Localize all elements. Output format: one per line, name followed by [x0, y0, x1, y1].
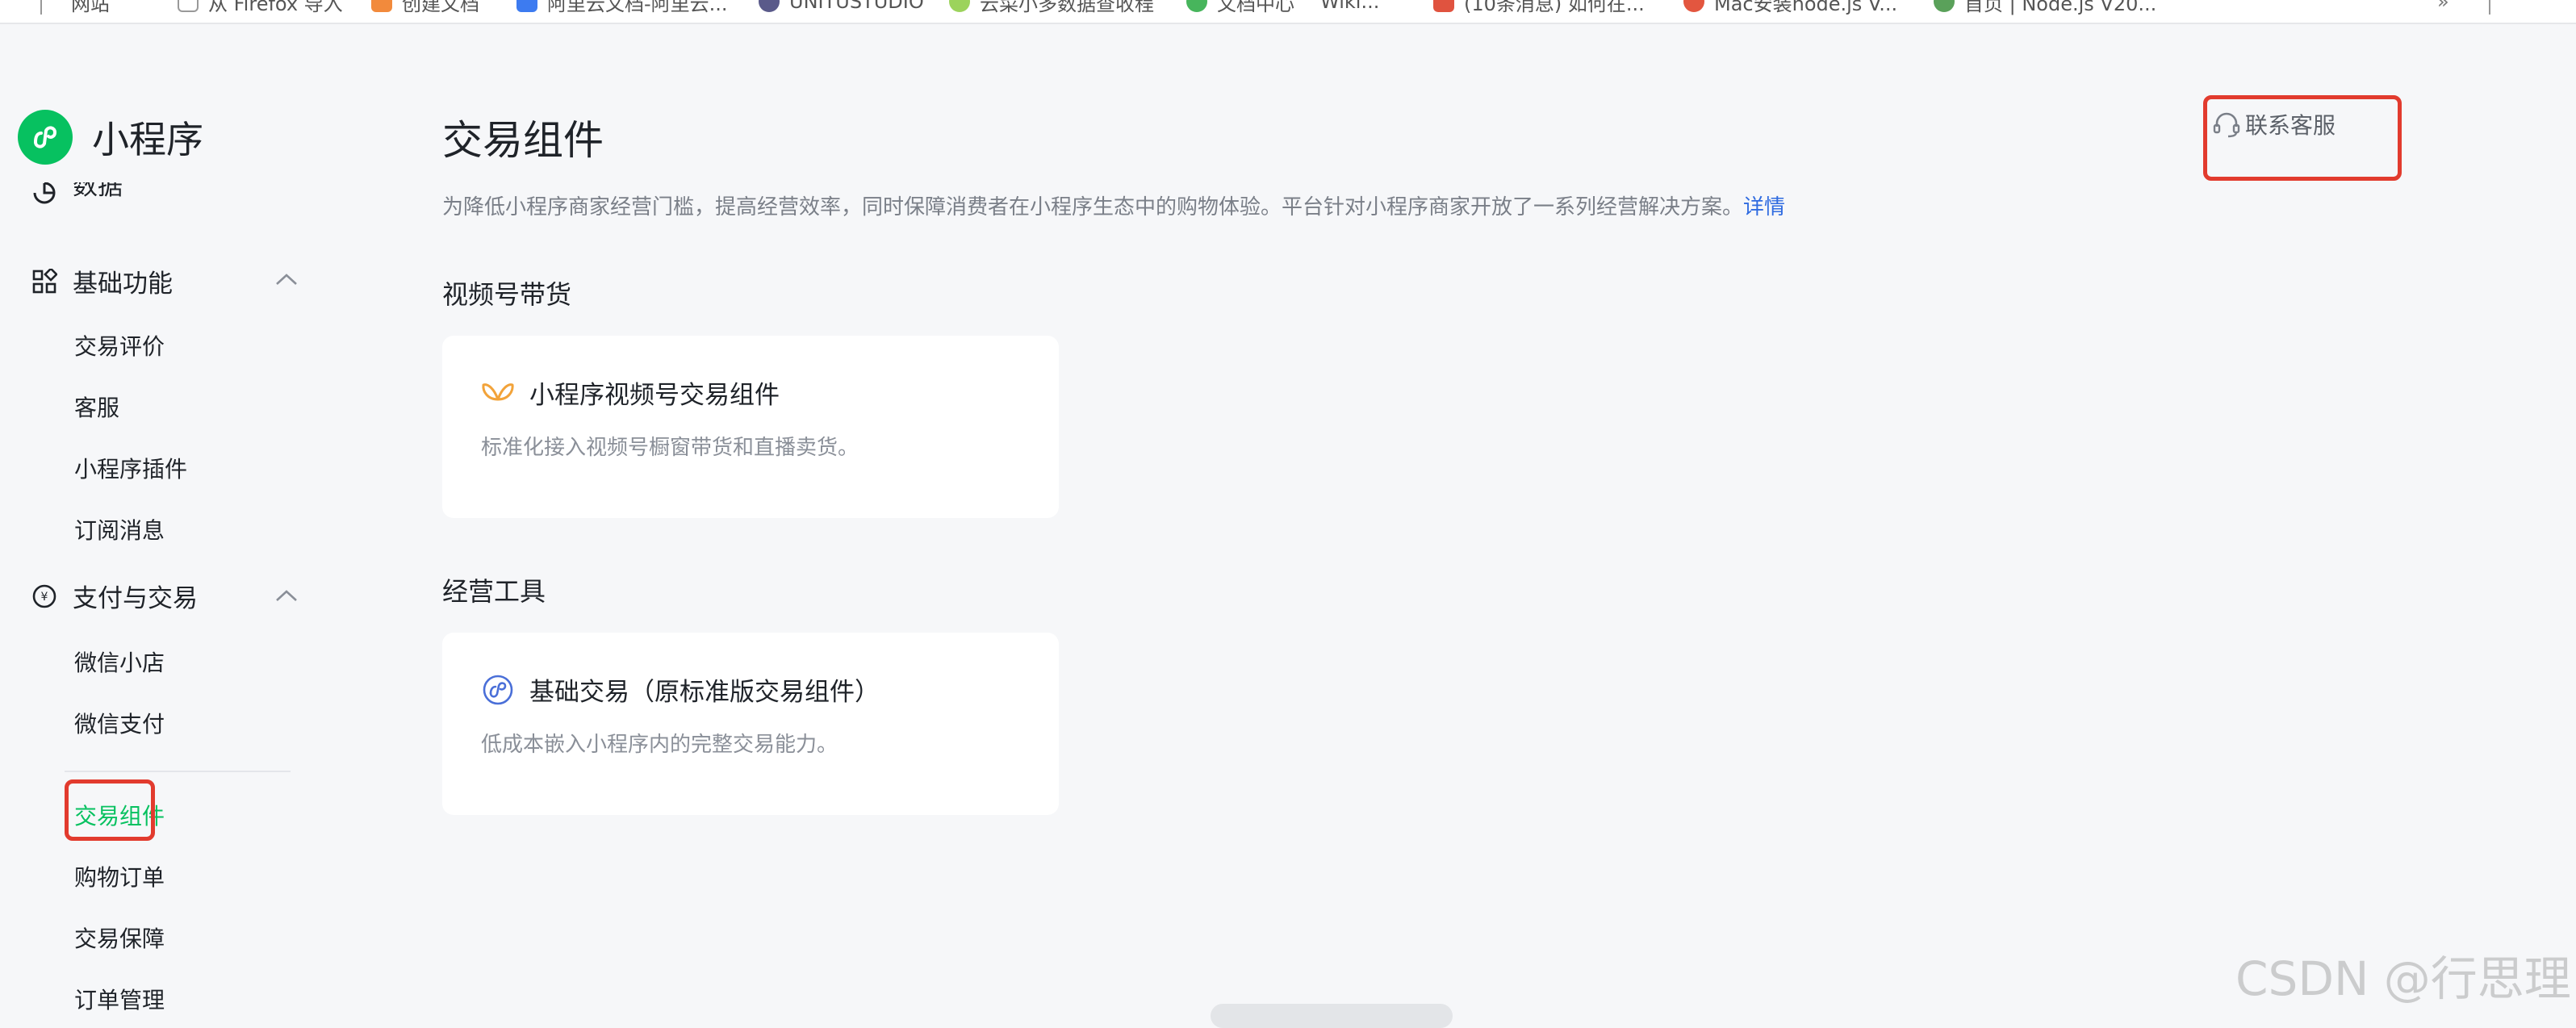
bookmark-item[interactable]: 云菜小多数据查收程 — [949, 0, 1154, 16]
sidebar-item-customer-service[interactable]: 客服 — [74, 391, 119, 423]
bookmark-item[interactable]: 阿里云文档-阿里云... — [516, 0, 728, 16]
chevron-up-icon[interactable] — [274, 587, 299, 604]
bookmark-item[interactable]: Mac安装node.js V... — [1683, 0, 1897, 16]
bookmark-item[interactable]: 创建文档 — [371, 0, 479, 16]
sidebar-divider — [65, 771, 291, 772]
bookmark-label: 从 Firefox 导入 — [208, 0, 343, 15]
contact-support-button[interactable]: 联系客服 — [2211, 108, 2336, 140]
details-link[interactable]: 详情 — [1743, 195, 1785, 219]
favicon-icon — [371, 0, 392, 12]
bookmark-label: UNITUSTUDIO — [789, 0, 924, 13]
sidebar-item-plugins[interactable]: 小程序插件 — [74, 452, 187, 484]
watermark-text: CSDN @行思理 — [2235, 951, 2571, 1006]
favicon-icon — [1433, 0, 1454, 12]
contact-support-label: 联系客服 — [2245, 112, 2336, 139]
bookmark-separator — [2489, 0, 2490, 15]
page-title: 交易组件 — [442, 117, 604, 164]
sidebar-item-subscribe-messages[interactable]: 订阅消息 — [74, 513, 165, 545]
bookmark-label: 创建文档 — [402, 0, 479, 15]
favicon-icon — [1186, 0, 1207, 12]
bookmark-label: Mac安装node.js V... — [1714, 0, 1898, 15]
bookmark-item[interactable]: 文档中心 — [1186, 0, 1294, 16]
bookmark-label: Wiki... — [1320, 0, 1380, 13]
brand-logo[interactable]: 小程序 — [18, 110, 203, 165]
chevron-up-icon[interactable] — [274, 271, 299, 287]
grid-icon — [31, 268, 58, 295]
sidebar-item-trade-components[interactable]: 交易组件 — [74, 799, 165, 831]
bookmark-item[interactable]: 从 Firefox 导入 — [178, 0, 343, 16]
svg-text:¥: ¥ — [41, 591, 48, 604]
data-icon — [31, 182, 58, 207]
sidebar-item-data[interactable]: 数据 — [31, 182, 123, 207]
sidebar-group-label: 支付与交易 — [73, 584, 198, 613]
card-title: 小程序视频号交易组件 — [529, 381, 780, 410]
bookmark-separator — [40, 0, 42, 15]
bookmark-item[interactable]: Wiki... — [1320, 0, 1379, 16]
folder-icon — [178, 0, 199, 12]
page-description: 为降低小程序商家经营门槛，提高经营效率，同时保障消费者在小程序生态中的购物体验。… — [442, 190, 1785, 220]
bookmark-label: (10条消息) 如何在... — [1464, 0, 1645, 15]
bookmark-label: 阿里云文档-阿里云... — [547, 0, 728, 15]
card-channels-trade-component[interactable]: 小程序视频号交易组件 标准化接入视频号橱窗带货和直播卖货。 — [442, 336, 1059, 518]
card-title: 基础交易（原标准版交易组件） — [529, 678, 880, 707]
sidebar-item-label: 数据 — [73, 182, 123, 201]
sidebar-item-wechat-shop[interactable]: 微信小店 — [74, 646, 165, 678]
bookmark-label: 文档中心 — [1217, 0, 1294, 15]
favicon-icon — [1683, 0, 1704, 12]
card-header: 小程序视频号交易组件 — [481, 374, 780, 411]
sidebar-group-label: 基础功能 — [73, 270, 173, 299]
yen-circle-icon: ¥ — [31, 583, 58, 610]
bookmarks-overflow-icon[interactable]: » — [2437, 0, 2449, 16]
card-description: 标准化接入视频号橱窗带货和直播卖货。 — [481, 436, 859, 460]
scroll-indicator[interactable] — [1211, 1004, 1453, 1028]
card-basic-trade[interactable]: 基础交易（原标准版交易组件） 低成本嵌入小程序内的完整交易能力。 — [442, 633, 1059, 815]
bookmark-label: 首页 | Node.js V20... — [1964, 0, 2157, 15]
favicon-icon — [1934, 0, 1955, 12]
brand-name: 小程序 — [92, 118, 203, 161]
bookmark-item[interactable]: 首页 | Node.js V20... — [1934, 0, 2156, 16]
miniprogram-logo-icon — [18, 110, 73, 165]
headset-icon — [2213, 112, 2240, 138]
bookmark-item[interactable]: 网站 — [71, 0, 110, 16]
section-title-channels: 视频号带货 — [442, 279, 572, 310]
sidebar-item-order-management[interactable]: 订单管理 — [74, 983, 165, 1015]
sidebar-item-wechat-pay[interactable]: 微信支付 — [74, 707, 165, 739]
channels-butterfly-icon — [481, 376, 515, 410]
sidebar: 小程序 数据 基础功能 交易评价 客服 小程序插件 订阅消息 ¥ 支付与交易 微… — [0, 24, 339, 1017]
sidebar-group-basic[interactable]: 基础功能 — [31, 263, 173, 299]
bookmark-label: 网站 — [71, 0, 110, 15]
card-description: 低成本嵌入小程序内的完整交易能力。 — [481, 733, 838, 757]
card-header: 基础交易（原标准版交易组件） — [481, 671, 880, 708]
miniprogram-icon — [481, 673, 515, 707]
sidebar-group-payment[interactable]: ¥ 支付与交易 — [31, 578, 198, 614]
bookmark-bar: 网站 从 Firefox 导入 创建文档 阿里云文档-阿里云... UNITUS… — [0, 0, 2576, 24]
bookmark-item[interactable]: (10条消息) 如何在... — [1433, 0, 1645, 16]
bookmark-item[interactable]: UNITUSTUDIO — [759, 0, 924, 16]
section-title-business-tools: 经营工具 — [442, 576, 546, 607]
favicon-icon — [759, 0, 780, 12]
description-text: 为降低小程序商家经营门槛，提高经营效率，同时保障消费者在小程序生态中的购物体验。… — [442, 195, 1744, 219]
sidebar-item-trade-review[interactable]: 交易评价 — [74, 329, 165, 361]
sidebar-item-trade-guarantee[interactable]: 交易保障 — [74, 921, 165, 954]
favicon-icon — [516, 0, 537, 12]
bookmark-label: 云菜小多数据查收程 — [980, 0, 1154, 15]
sidebar-item-shopping-orders[interactable]: 购物订单 — [74, 860, 165, 892]
favicon-icon — [949, 0, 970, 12]
